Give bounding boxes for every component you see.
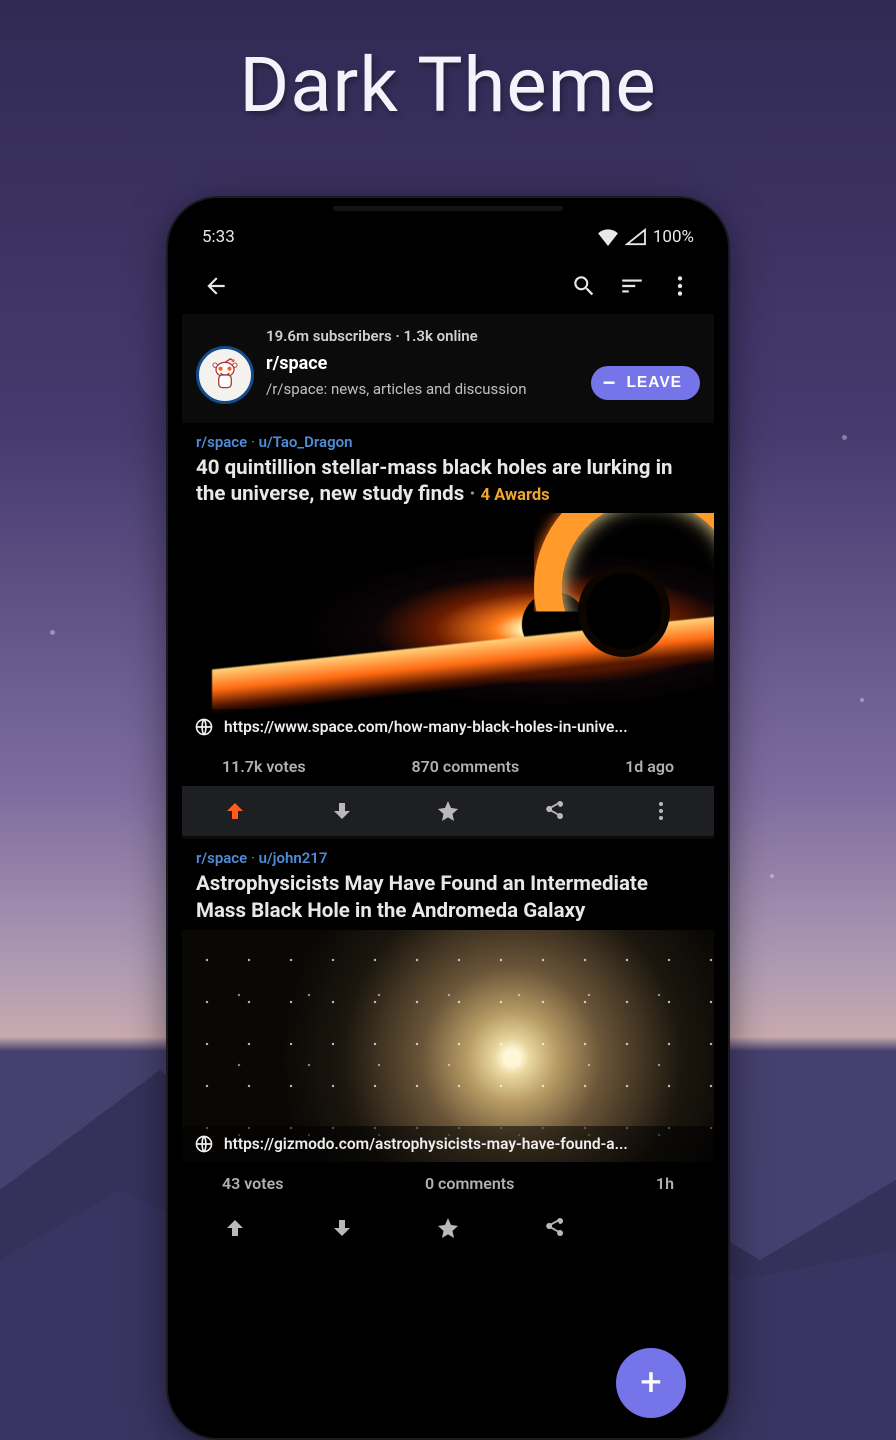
share-button[interactable] (501, 799, 607, 823)
compose-fab[interactable]: + (616, 1348, 686, 1418)
downvote-button[interactable] (288, 1216, 394, 1240)
leave-button-label: LEAVE (626, 374, 682, 392)
post-subreddit[interactable]: r/space (196, 433, 247, 451)
post-thumbnail[interactable]: https://www.space.com/how-many-black-hol… (182, 513, 714, 745)
phone-notch (333, 206, 563, 211)
post-feed[interactable]: r/space · u/Tao_Dragon 40 quintillion st… (182, 420, 714, 1438)
plus-icon: + (640, 1361, 662, 1405)
app-bar (182, 258, 714, 314)
overflow-button[interactable] (658, 264, 702, 308)
post-votes: 11.7k votes (222, 757, 306, 776)
promo-title: Dark Theme (0, 40, 896, 130)
post-title[interactable]: 40 quintillion stellar-mass black holes … (182, 455, 714, 513)
star-icon (436, 799, 460, 823)
post-action-bar (182, 786, 714, 836)
post-thumbnail[interactable]: https://gizmodo.com/astrophysicists-may-… (182, 930, 714, 1162)
screen: 5:33 100% (182, 216, 714, 1438)
background-star (842, 435, 847, 440)
globe-icon (194, 1134, 214, 1154)
post-link-bar[interactable]: https://gizmodo.com/astrophysicists-may-… (182, 1126, 714, 1162)
post-age: 1d ago (625, 757, 674, 776)
arrow-down-icon (330, 799, 354, 823)
post-votes: 43 votes (222, 1174, 283, 1193)
share-icon (542, 799, 566, 823)
save-button[interactable] (395, 1216, 501, 1240)
arrow-up-icon (223, 1216, 247, 1240)
post-comments: 870 comments (411, 757, 519, 776)
search-button[interactable] (562, 264, 606, 308)
post-stats: 11.7k votes 870 comments 1d ago (182, 745, 714, 786)
post-stats: 43 votes 0 comments 1h (182, 1162, 714, 1203)
post-link-text: https://gizmodo.com/astrophysicists-may-… (224, 1135, 628, 1153)
status-battery: 100% (653, 227, 694, 247)
globe-icon (194, 717, 214, 737)
reddit-mascot-icon (207, 357, 243, 393)
subreddit-description: /r/space: news, articles and discussion (266, 379, 579, 399)
back-button[interactable] (194, 264, 238, 308)
signal-icon (625, 228, 647, 246)
post-link-bar[interactable]: https://www.space.com/how-many-black-hol… (182, 709, 714, 745)
background-star (860, 698, 864, 702)
star-icon (436, 1216, 460, 1240)
post-action-bar (182, 1203, 714, 1253)
post-awards[interactable]: 4 Awards (481, 486, 550, 505)
status-time: 5:33 (202, 227, 235, 247)
post-meta: r/space · u/john217 (182, 849, 714, 871)
post-card[interactable]: r/space · u/Tao_Dragon 40 quintillion st… (182, 420, 714, 836)
search-icon (571, 273, 597, 299)
post-subreddit[interactable]: r/space (196, 849, 247, 867)
arrow-back-icon (203, 273, 229, 299)
leave-button[interactable]: − LEAVE (591, 366, 700, 400)
share-button[interactable] (501, 1216, 607, 1240)
post-link-text: https://www.space.com/how-many-black-hol… (224, 718, 628, 736)
subreddit-stats: 19.6m subscribers · 1.3k online (266, 326, 579, 346)
post-overflow-button[interactable] (608, 799, 714, 823)
post-title[interactable]: Astrophysicists May Have Found an Interm… (182, 871, 714, 929)
sort-icon (619, 273, 645, 299)
post-meta: r/space · u/Tao_Dragon (182, 433, 714, 455)
subreddit-header: 19.6m subscribers · 1.3k online r/space … (182, 314, 714, 420)
share-icon (542, 1216, 566, 1240)
post-author[interactable]: u/Tao_Dragon (259, 433, 353, 451)
downvote-button[interactable] (288, 799, 394, 823)
arrow-down-icon (330, 1216, 354, 1240)
post-age: 1h (656, 1174, 674, 1193)
subreddit-avatar[interactable] (196, 346, 254, 404)
upvote-button[interactable] (182, 1216, 288, 1240)
wifi-icon (597, 228, 619, 246)
more-vert-icon (649, 799, 673, 823)
status-bar: 5:33 100% (182, 216, 714, 258)
post-comments: 0 comments (425, 1174, 514, 1193)
more-vert-icon (667, 273, 693, 299)
phone-frame: 5:33 100% (168, 198, 728, 1438)
post-author[interactable]: u/john217 (259, 849, 328, 867)
arrow-up-icon (223, 799, 247, 823)
save-button[interactable] (395, 799, 501, 823)
subreddit-name[interactable]: r/space (266, 352, 579, 376)
sort-button[interactable] (610, 264, 654, 308)
background-star (50, 630, 55, 635)
post-card[interactable]: r/space · u/john217 Astrophysicists May … (182, 836, 714, 1252)
upvote-button[interactable] (182, 799, 288, 823)
